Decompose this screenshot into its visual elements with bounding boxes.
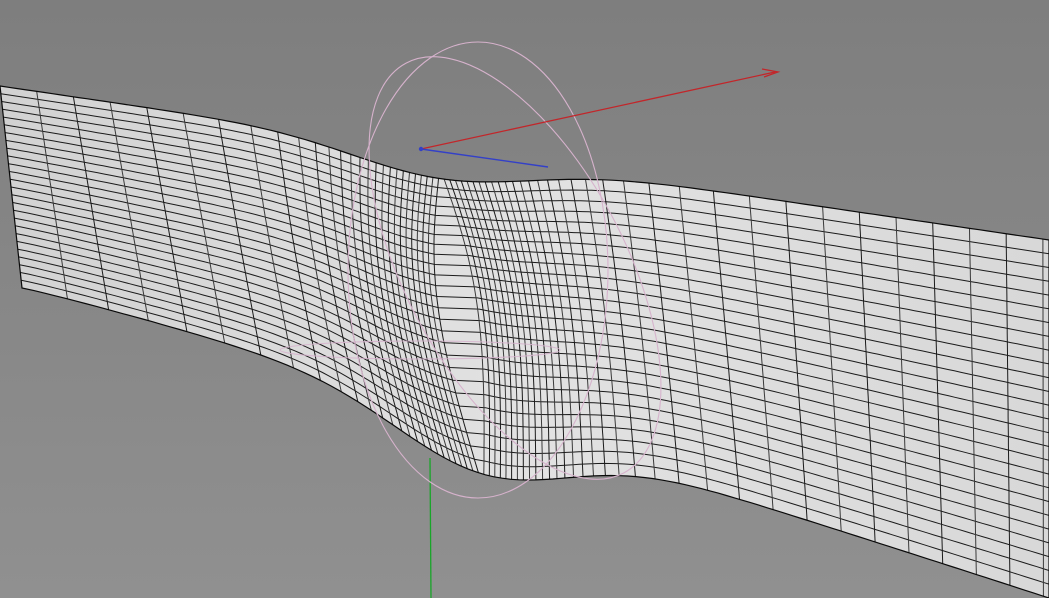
- viewport-canvas[interactable]: [0, 0, 1049, 598]
- 3d-viewport[interactable]: [0, 0, 1049, 598]
- gizmo-pivot[interactable]: [418, 146, 424, 152]
- mesh-edge-column: [1042, 239, 1044, 597]
